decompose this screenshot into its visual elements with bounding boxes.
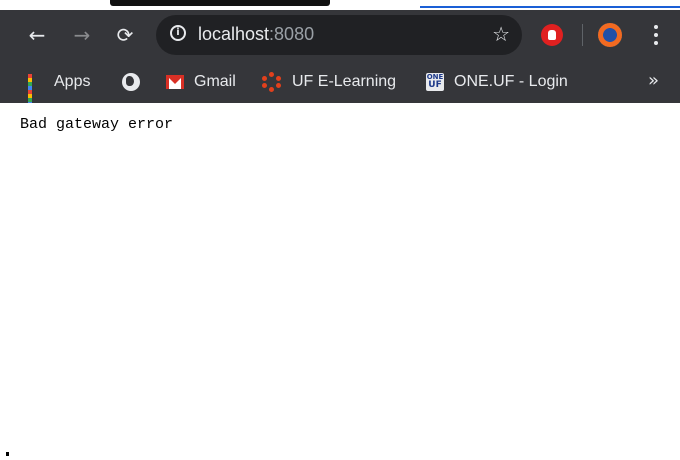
- canvas-icon: [262, 72, 282, 92]
- back-arrow-icon[interactable]: ←: [23, 21, 51, 49]
- bookmark-uf-elearning[interactable]: UF E-Learning: [262, 70, 396, 94]
- address-bar[interactable]: i localhost:8080 ☆: [156, 15, 522, 55]
- profile-avatar-icon[interactable]: [598, 23, 622, 47]
- info-icon[interactable]: i: [170, 25, 186, 41]
- forward-arrow-icon[interactable]: →: [68, 21, 96, 49]
- bookmark-label: ONE.UF - Login: [454, 73, 568, 90]
- bookmarks-overflow-button[interactable]: »: [648, 70, 659, 91]
- bookmark-label: Apps: [54, 73, 91, 90]
- error-message: Bad gateway error: [20, 116, 174, 133]
- apps-grid-icon: [28, 74, 44, 110]
- bookmark-label: Gmail: [194, 73, 236, 90]
- url-port: :8080: [269, 24, 315, 44]
- toolbar-divider: [582, 24, 583, 46]
- reload-icon[interactable]: ⟳: [111, 21, 139, 49]
- top-cropped-strip: [0, 0, 680, 10]
- globe-icon: [122, 73, 140, 91]
- address-url[interactable]: localhost:8080: [198, 24, 314, 45]
- kebab-menu-icon[interactable]: [648, 21, 664, 49]
- url-host: localhost: [198, 24, 270, 44]
- cursor-mark: [6, 452, 9, 456]
- stop-hand-icon[interactable]: [541, 24, 563, 46]
- bookmarks-bar: Apps Gmail UF E-Learning ONE UF ONE.UF -…: [0, 62, 680, 110]
- browser-toolbar: ← → ⟳ i localhost:8080 ☆: [0, 10, 680, 60]
- one-uf-icon: ONE UF: [426, 73, 444, 91]
- browser-chrome: ← → ⟳ i localhost:8080 ☆ Apps Gmail UF E…: [0, 10, 680, 110]
- bookmark-globe[interactable]: [122, 70, 150, 94]
- gmail-icon: [166, 75, 184, 89]
- cropped-link-underline: [420, 6, 680, 8]
- cropped-heading-fragment: [110, 0, 330, 6]
- bookmark-one-uf[interactable]: ONE UF ONE.UF - Login: [426, 70, 568, 94]
- bookmark-apps[interactable]: Apps: [28, 70, 91, 110]
- bookmark-label: UF E-Learning: [292, 73, 397, 90]
- star-icon[interactable]: ☆: [492, 22, 510, 46]
- page-content: Bad gateway error: [0, 103, 680, 460]
- one-uf-icon-line: UF: [428, 80, 442, 90]
- bookmark-gmail[interactable]: Gmail: [166, 70, 236, 94]
